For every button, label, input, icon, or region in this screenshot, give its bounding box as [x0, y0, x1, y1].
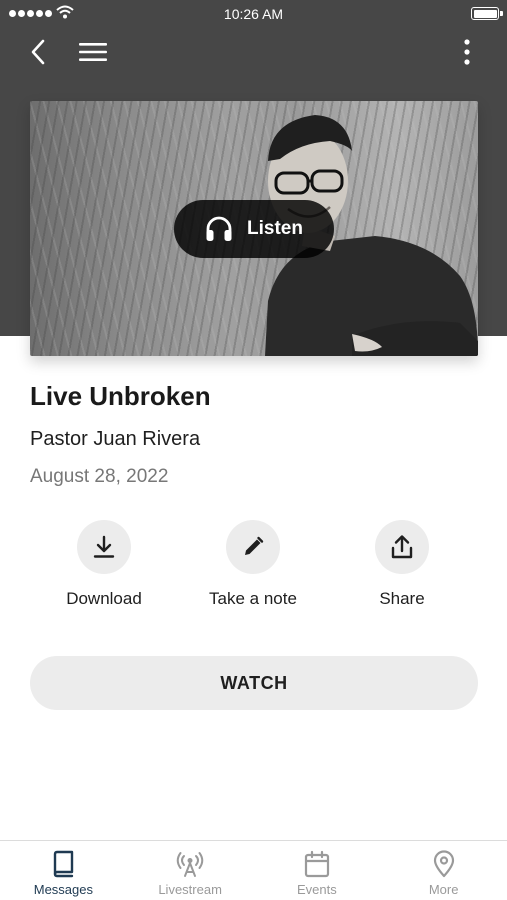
sermon-thumbnail[interactable]: Listen [30, 101, 478, 356]
book-icon [54, 850, 74, 878]
share-button[interactable]: Share [342, 520, 462, 609]
battery-icon [471, 7, 499, 20]
tab-more[interactable]: More [380, 841, 507, 900]
download-label: Download [66, 589, 142, 608]
listen-button[interactable]: Listen [174, 200, 334, 258]
pencil-icon [245, 536, 264, 555]
more-options-button[interactable] [447, 32, 487, 72]
battery-tip [500, 11, 503, 16]
tab-messages-label: Messages [33, 882, 93, 897]
download-icon [93, 535, 115, 558]
nav-bar [0, 32, 507, 72]
back-icon [31, 39, 45, 65]
watch-button[interactable]: WATCH [30, 656, 478, 710]
broadcast-icon [176, 852, 204, 877]
download-button[interactable]: Download [44, 520, 164, 609]
tab-messages[interactable]: Messages [0, 841, 127, 900]
tab-events-label: Events [297, 882, 337, 897]
share-button-circle[interactable] [375, 520, 429, 574]
download-button-circle[interactable] [77, 520, 131, 574]
more-vertical-icon [464, 39, 470, 65]
message-title: Live Unbroken [30, 381, 211, 411]
tab-livestream[interactable]: Livestream [127, 841, 254, 900]
listen-label: Listen [247, 218, 303, 239]
take-note-button[interactable]: Take a note [193, 520, 313, 609]
status-time: 10:26 AM [223, 6, 284, 22]
take-note-button-circle[interactable] [226, 520, 280, 574]
share-icon [391, 535, 413, 559]
message-date: August 28, 2022 [30, 466, 169, 487]
location-pin-icon [433, 850, 454, 878]
menu-icon [79, 43, 107, 61]
tab-more-label: More [428, 882, 459, 897]
calendar-icon [304, 850, 329, 878]
tab-bar: Messages Livestream Events More [0, 840, 507, 900]
take-note-label: Take a note [209, 589, 297, 608]
message-speaker: Pastor Juan Rivera [30, 428, 201, 450]
share-label: Share [379, 589, 425, 608]
tab-livestream-label: Livestream [158, 882, 222, 897]
back-button[interactable] [18, 32, 58, 72]
status-bar: 10:26 AM [0, 0, 507, 28]
menu-button[interactable] [73, 32, 113, 72]
headphones-icon [206, 216, 232, 241]
tab-events[interactable]: Events [254, 841, 381, 900]
